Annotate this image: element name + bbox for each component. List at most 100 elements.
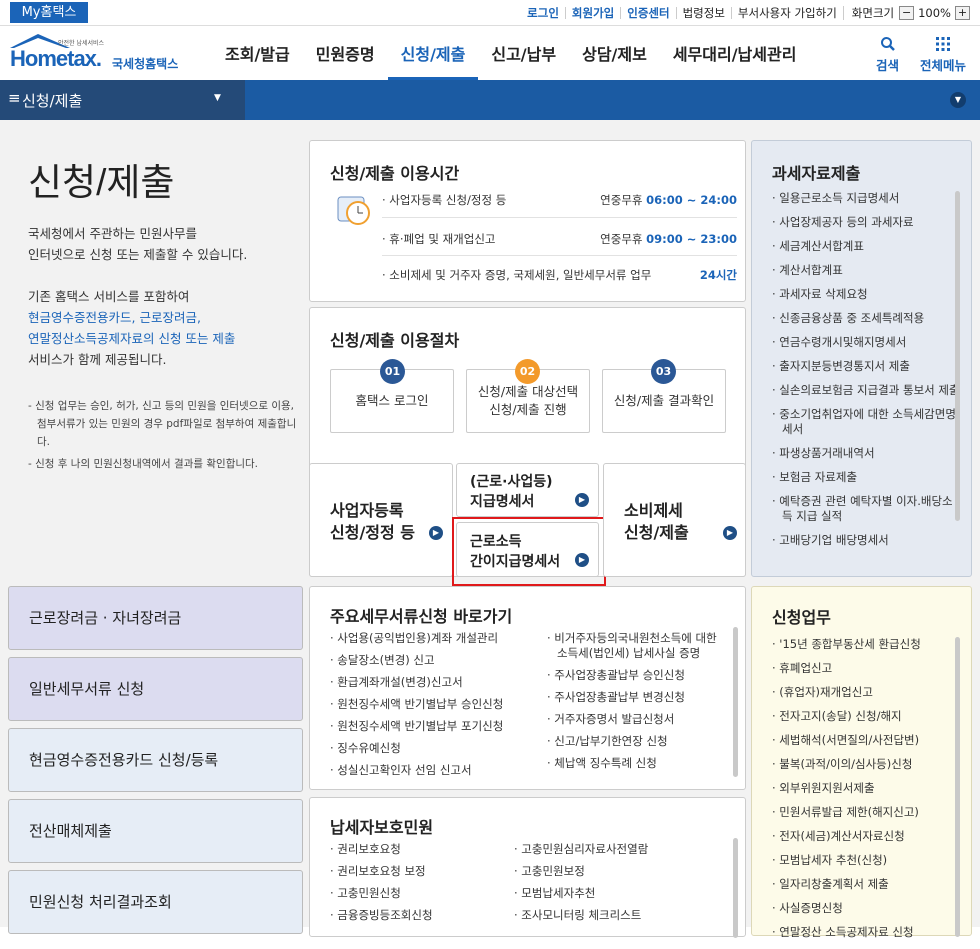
list-item[interactable]: · 징수유예신청	[330, 741, 545, 756]
search-label: 검색	[876, 58, 900, 73]
list-item[interactable]: · 신고/납부기한연장 신청	[547, 734, 727, 749]
biz-registration-label: 사업자등록 신청/정정 등	[330, 501, 416, 542]
section-title: 신청/제출	[22, 92, 83, 110]
list-item[interactable]: · 비거주자등의국내원천소득에 대한 소득세(법인세) 납세사실 증명	[547, 631, 727, 661]
intro-notes: - 신청 업무는 승인, 허가, 신고 등의 민원을 인터넷으로 이용, 첨부서…	[28, 397, 298, 473]
intro-line-blue: 연말정산소득공제자료의 신청 또는 제출	[28, 331, 236, 346]
list-item[interactable]: · 거주자증명서 발급신청서	[547, 712, 727, 727]
list-item[interactable]: · 세금계산서합계표	[772, 239, 962, 254]
scrollbar[interactable]	[955, 191, 960, 521]
myhome-button[interactable]: My홈택스	[10, 2, 88, 23]
side-link-media-submit[interactable]: 전산매체제출	[8, 799, 303, 863]
list-item[interactable]: · 연말정산 소득공제자료 신청	[772, 925, 962, 940]
list-item[interactable]: · 일자리창출계획서 제출	[772, 877, 962, 892]
hours-time: 24시간	[699, 268, 737, 282]
scrollbar[interactable]	[733, 627, 738, 777]
gnb-menu: 조회/발급 민원증명 신청/제출 신고/납부 상담/제보 세무대리/납세관리	[212, 26, 809, 80]
list-item[interactable]: · 사실증명신청	[772, 901, 962, 916]
list-item[interactable]: · 체납액 징수특례 신청	[547, 756, 727, 771]
list-item[interactable]: · 고충민원보정	[514, 864, 724, 879]
list-item[interactable]: · 전자고지(송달) 신청/해지	[772, 709, 962, 724]
menu-item-agent[interactable]: 세무대리/납세관리	[660, 26, 810, 80]
login-link[interactable]: 로그인	[521, 7, 565, 19]
side-link-result-lookup[interactable]: 민원신청 처리결과조회	[8, 870, 303, 934]
menu-item-counsel[interactable]: 상담/제보	[569, 26, 660, 80]
list-item[interactable]: · 실손의료보험금 지급결과 통보서 제출	[772, 383, 962, 398]
consumption-tax-card[interactable]: 소비제세 신청/제출 ▶	[603, 463, 746, 577]
list-item[interactable]: · 권리보호요청	[330, 842, 510, 857]
list-item[interactable]: · 송달장소(변경) 신고	[330, 653, 545, 668]
simple-payment-statement-card[interactable]: 근로소득 간이지급명세서 ▶	[456, 522, 599, 577]
payment-statement-card[interactable]: (근로·사업등) 지급명세서 ▶	[456, 463, 599, 517]
list-item[interactable]: · 보험금 자료제출	[772, 470, 962, 485]
law-link[interactable]: 법령정보	[675, 7, 731, 19]
menu-item-report[interactable]: 신고/납부	[478, 26, 569, 80]
list-item[interactable]: · 성실신고확인자 선임 신고서	[330, 763, 545, 778]
list-item[interactable]: · 모범납세자추천	[514, 886, 724, 901]
intro-panel: 신청/제출 국세청에서 주관하는 민원사무를 인터넷으로 신청 또는 제출할 수 …	[0, 120, 306, 582]
list-item[interactable]: · 계산서합계표	[772, 263, 962, 278]
scrollbar[interactable]	[733, 838, 738, 938]
list-item[interactable]: · 금융증빙등조회신청	[330, 908, 510, 923]
list-item[interactable]: · 모범납세자 추천(신청)	[772, 853, 962, 868]
hours-title: 신청/제출 이용시간	[330, 164, 460, 183]
biz-registration-card[interactable]: 사업자등록 신청/정정 등 ▶	[309, 463, 453, 577]
intro-line-blue: 현금영수증전용카드, 근로장려금,	[28, 310, 201, 325]
hometax-logo[interactable]: 안전한 납세서비스 Hometax. 국세청홈택스	[8, 32, 193, 76]
hours-row: · 사업자등록 신청/정정 등 연중무휴 06:00 ~ 24:00	[382, 192, 737, 208]
list-item[interactable]: · 환급계좌개설(변경)신고서	[330, 675, 545, 690]
zoom-out-button[interactable]: −	[899, 6, 915, 20]
list-item[interactable]: · 연금수령개시및해지명세서	[772, 335, 962, 350]
list-item[interactable]: · 민원서류발급 제한(해지신고)	[772, 805, 962, 820]
list-item[interactable]: · '15년 종합부동산세 환급신청	[772, 637, 962, 652]
list-item[interactable]: · 일용근로소득 지급명세서	[772, 191, 962, 206]
scrollbar[interactable]	[955, 637, 960, 937]
intro-line: 기존 홈택스 서비스를 포함하여	[28, 289, 190, 304]
side-link-general-docs[interactable]: 일반세무서류 신청	[8, 657, 303, 721]
side-link-cash-receipt-card[interactable]: 현금영수증전용카드 신청/등록	[8, 728, 303, 792]
screen-size-label: 화면크기	[851, 6, 895, 20]
list-item[interactable]: · 신종금융상품 중 조세특례적용	[772, 311, 962, 326]
list-item[interactable]: · 주사업장총괄납부 변경신청	[547, 690, 727, 705]
step-label: 홈택스 로그인	[355, 393, 429, 408]
menu-item-apply[interactable]: 신청/제출	[387, 26, 479, 80]
list-item[interactable]: · 권리보호요청 보정	[330, 864, 510, 879]
major-docs-title: 주요세무서류신청 바로가기	[330, 607, 513, 626]
menu-item-certificate[interactable]: 민원증명	[303, 26, 388, 80]
zoom-in-button[interactable]: +	[955, 6, 970, 20]
list-item[interactable]: · 주사업장총괄납부 승인신청	[547, 668, 727, 683]
hours-time: 09:00 ~ 23:00	[646, 232, 737, 246]
apply-tasks-title: 신청업무	[772, 608, 831, 627]
allmenu-button[interactable]: 전체메뉴	[920, 36, 966, 74]
step-label: 신청/제출 대상선택 신청/제출 진행	[477, 384, 579, 417]
list-item[interactable]: · 고충민원신청	[330, 886, 510, 901]
section-selector[interactable]: ≡ 신청/제출 ▼	[0, 80, 245, 120]
list-item[interactable]: · 휴폐업신고	[772, 661, 962, 676]
menu-item-lookup[interactable]: 조회/발급	[212, 26, 303, 80]
hours-value: 연중무휴 06:00 ~ 24:00	[600, 192, 737, 208]
list-item[interactable]: · 세법해석(서면질의/사전답변)	[772, 733, 962, 748]
list-item[interactable]: · 중소기업취업자에 대한 소득세감면명세서	[772, 407, 962, 437]
list-item[interactable]: · 출자지분등변경통지서 제출	[772, 359, 962, 374]
dept-join-link[interactable]: 부서사용자 가입하기	[730, 7, 843, 19]
list-item[interactable]: · 고배당기업 배당명세서	[772, 533, 962, 548]
list-item[interactable]: · 불복(과적/이의/심사등)신청	[772, 757, 962, 772]
search-button[interactable]: 검색	[876, 36, 899, 74]
side-link-incentive[interactable]: 근로장려금 · 자녀장려금	[8, 586, 303, 650]
list-item[interactable]: · 예탁증권 관련 예탁자별 이자.배당소득 지급 실적	[772, 494, 962, 524]
cert-link[interactable]: 인증센터	[620, 7, 675, 19]
list-item[interactable]: · 사업장제공자 등의 과세자료	[772, 215, 962, 230]
expand-circle-icon[interactable]: ▼	[950, 92, 966, 108]
grid-menu-icon	[936, 37, 950, 51]
list-item[interactable]: · 과세자료 삭제요청	[772, 287, 962, 302]
list-item[interactable]: · 고충민원심리자료사전열람	[514, 842, 724, 857]
list-item[interactable]: · 파생상품거래내역서	[772, 446, 962, 461]
list-item[interactable]: · 원천징수세액 반기별납부 승인신청	[330, 697, 545, 712]
list-item[interactable]: · 전자(세금)계산서자료신청	[772, 829, 962, 844]
list-item[interactable]: · 외부위원지원서제출	[772, 781, 962, 796]
list-item[interactable]: · 조사모니터링 체크리스트	[514, 908, 724, 923]
list-item[interactable]: · 원천징수세액 반기별납부 포기신청	[330, 719, 545, 734]
list-item[interactable]: · (휴업자)재개업신고	[772, 685, 962, 700]
join-link[interactable]: 회원가입	[564, 7, 620, 19]
list-item[interactable]: · 사업용(공익법인용)계좌 개설관리	[330, 631, 545, 646]
